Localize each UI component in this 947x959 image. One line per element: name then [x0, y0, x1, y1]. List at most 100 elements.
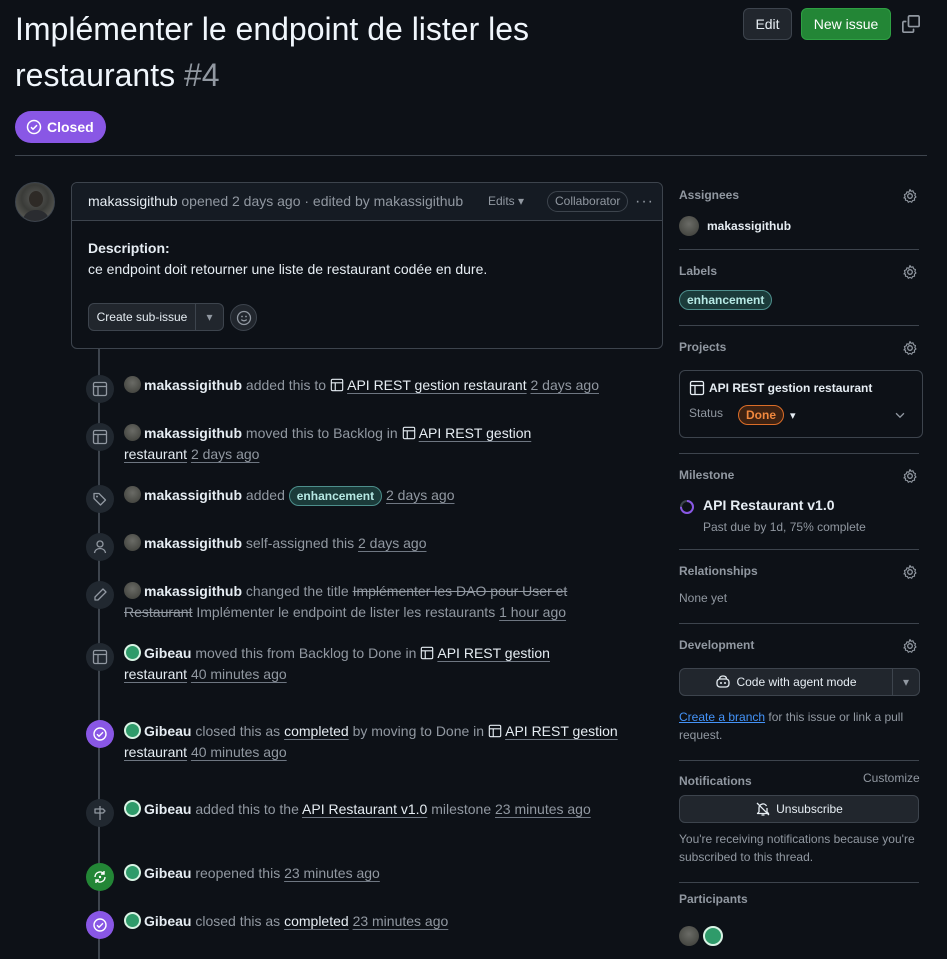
event-time[interactable]: 23 minutes ago — [495, 801, 591, 817]
timeline-badge — [86, 423, 114, 451]
event-actor[interactable]: Gibeau — [144, 801, 191, 817]
gear-icon[interactable] — [902, 340, 918, 356]
edits-dropdown[interactable]: Edits ▾ — [488, 194, 524, 208]
project-link[interactable]: API REST gestion restaurant — [347, 377, 527, 393]
project-status-field[interactable]: Done ▾ — [738, 405, 796, 425]
event-time[interactable]: 2 days ago — [358, 535, 427, 551]
project-name-row[interactable]: API REST gestion restaurant — [689, 380, 872, 396]
milestone-icon — [94, 806, 106, 820]
event-actor[interactable]: makassigithub — [144, 535, 242, 551]
caret-down-icon[interactable]: ▾ — [790, 409, 796, 422]
event-actor[interactable]: Gibeau — [144, 913, 191, 929]
gear-icon[interactable] — [902, 638, 918, 654]
project-name[interactable]: API REST gestion restaurant — [709, 381, 872, 395]
divider — [679, 882, 919, 883]
create-branch-link[interactable]: Create a branch — [679, 710, 765, 724]
customize-link[interactable]: Customize — [863, 769, 920, 787]
avatar[interactable] — [124, 722, 141, 739]
issue-description-comment: makassigithub opened 2 days ago · edited… — [71, 182, 663, 349]
assignee-name[interactable]: makassigithub — [707, 219, 791, 233]
avatar[interactable] — [124, 800, 141, 817]
assignees-title[interactable]: Assignees — [679, 188, 739, 202]
status-done-badge[interactable]: Done — [738, 405, 784, 425]
labels-list: enhancement — [679, 290, 773, 310]
event-actor[interactable]: Gibeau — [144, 723, 191, 739]
avatar[interactable] — [124, 424, 141, 441]
timeline-badge — [86, 485, 114, 513]
issue-state-text: Closed — [47, 119, 94, 135]
avatar — [679, 216, 699, 236]
kebab-menu-icon[interactable]: ··· — [635, 193, 654, 211]
unsubscribe-button[interactable]: Unsubscribe — [679, 795, 919, 823]
code-with-agent-main[interactable]: Code with agent mode — [680, 669, 893, 695]
timeline-badge — [86, 799, 114, 827]
avatar[interactable] — [124, 864, 141, 881]
new-title: Implémenter le endpoint de lister les re… — [196, 604, 496, 620]
table-icon — [689, 380, 705, 396]
comment-author[interactable]: makassigithub — [88, 193, 178, 209]
chevron-down-icon[interactable] — [893, 408, 907, 422]
event-actor[interactable]: makassigithub — [144, 425, 242, 441]
description-text: ce endpoint doit retourner une liste de … — [88, 261, 488, 277]
participants-title: Participants — [679, 892, 748, 906]
event-time[interactable]: 40 minutes ago — [191, 666, 287, 682]
avatar[interactable] — [703, 926, 723, 946]
copy-link-icon[interactable] — [902, 15, 920, 33]
chevron-down-icon[interactable]: ▾ — [196, 304, 223, 330]
labels-title[interactable]: Labels — [679, 264, 717, 278]
event-text: milestone — [431, 801, 492, 817]
event-actor[interactable]: makassigithub — [144, 487, 242, 503]
event-time[interactable]: 23 minutes ago — [353, 913, 449, 929]
avatar[interactable] — [124, 376, 141, 393]
timeline-badge — [86, 375, 114, 403]
code-with-agent-button[interactable]: Code with agent mode ▾ — [679, 668, 920, 696]
event-actor[interactable]: makassigithub — [144, 583, 242, 599]
event-time[interactable]: 40 minutes ago — [191, 744, 287, 760]
timeline-event: Gibeau moved this from Backlog to Done i… — [124, 643, 574, 685]
new-issue-button[interactable]: New issue — [801, 8, 891, 40]
event-text: by moving to Done in — [352, 723, 485, 739]
avatar[interactable] — [124, 582, 141, 599]
gear-icon[interactable] — [902, 468, 918, 484]
avatar[interactable] — [124, 644, 141, 661]
unsubscribe-label: Unsubscribe — [776, 802, 843, 816]
milestone-link[interactable]: API Restaurant v1.0 — [302, 801, 427, 817]
participants-list — [679, 926, 723, 946]
gear-icon[interactable] — [902, 188, 918, 204]
projects-title[interactable]: Projects — [679, 340, 726, 354]
event-time[interactable]: 1 hour ago — [499, 604, 566, 620]
event-time[interactable]: 2 days ago — [386, 487, 455, 503]
avatar[interactable] — [124, 486, 141, 503]
edit-button[interactable]: Edit — [743, 8, 792, 40]
event-actor[interactable]: makassigithub — [144, 377, 242, 393]
event-actor[interactable]: Gibeau — [144, 645, 191, 661]
create-sub-issue-label[interactable]: Create sub-issue — [89, 304, 196, 330]
label-enhancement[interactable]: enhancement — [288, 486, 383, 506]
gear-icon[interactable] — [902, 264, 918, 280]
author-avatar[interactable] — [15, 182, 55, 222]
gear-icon[interactable] — [902, 564, 918, 580]
avatar[interactable] — [124, 534, 141, 551]
label-enhancement[interactable]: enhancement — [679, 290, 773, 310]
edits-label: Edits — [488, 194, 515, 208]
avatar[interactable] — [679, 926, 699, 946]
create-sub-issue-button[interactable]: Create sub-issue ▾ — [88, 303, 224, 331]
chevron-down-icon[interactable]: ▾ — [893, 669, 919, 695]
event-time[interactable]: 2 days ago — [531, 377, 600, 393]
completed-link[interactable]: completed — [284, 723, 349, 739]
milestone-detail: Past due by 1d, 75% complete — [703, 520, 866, 534]
avatar[interactable] — [124, 912, 141, 929]
assignee-item[interactable]: makassigithub — [679, 216, 791, 236]
event-time[interactable]: 2 days ago — [191, 446, 260, 462]
divider — [679, 623, 919, 624]
timeline-badge — [86, 720, 114, 748]
development-title[interactable]: Development — [679, 638, 754, 652]
event-time[interactable]: 23 minutes ago — [284, 865, 380, 881]
milestone-title[interactable]: Milestone — [679, 468, 734, 482]
completed-link[interactable]: completed — [284, 913, 349, 929]
milestone-name[interactable]: API Restaurant v1.0 — [703, 497, 835, 513]
add-reaction-button[interactable] — [230, 304, 257, 331]
event-actor[interactable]: Gibeau — [144, 865, 191, 881]
pencil-icon — [94, 588, 107, 601]
relationships-title[interactable]: Relationships — [679, 564, 758, 578]
